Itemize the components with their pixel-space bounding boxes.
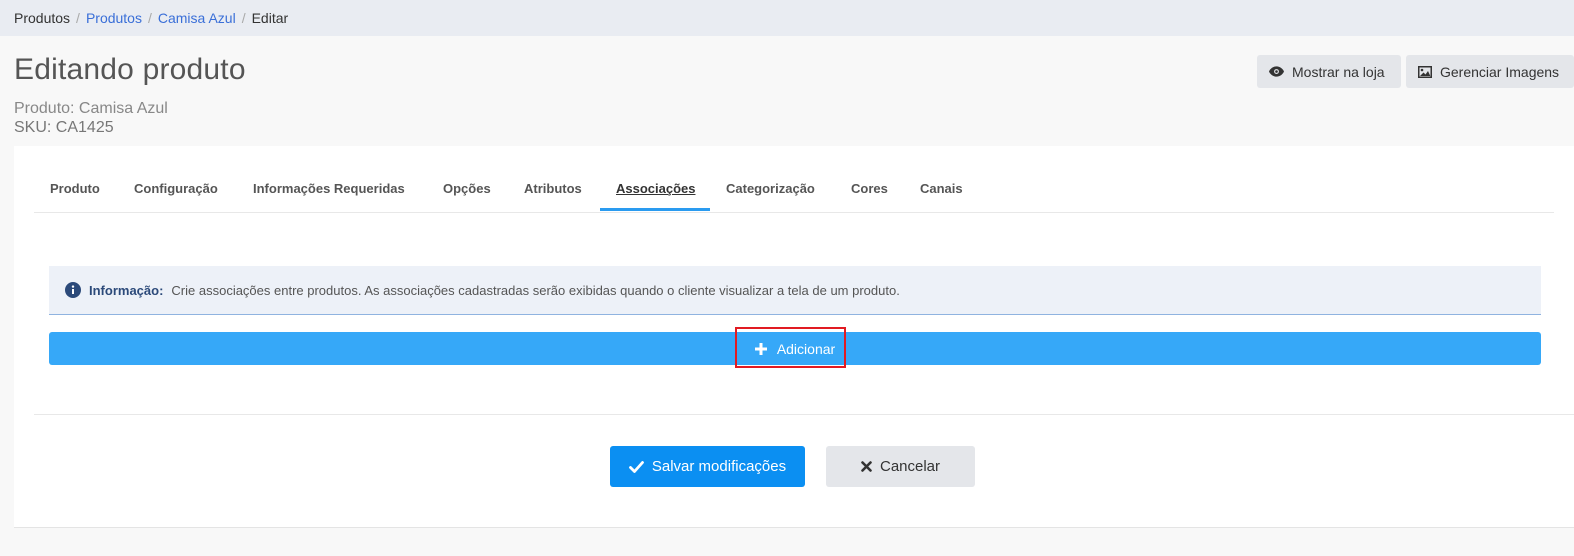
product-sku: SKU: CA1425 — [14, 119, 114, 136]
save-changes-button[interactable]: Salvar modificações — [610, 446, 805, 487]
info-alert: Informação: Crie associações entre produ… — [49, 266, 1541, 315]
breadcrumb-separator: / — [241, 10, 246, 26]
highlight-box — [735, 327, 846, 368]
breadcrumb-separator: / — [147, 10, 152, 26]
info-circle-icon — [65, 282, 81, 298]
tab-canais[interactable]: Canais — [920, 181, 963, 196]
breadcrumb-link-camisa-azul[interactable]: Camisa Azul — [158, 10, 236, 26]
breadcrumb-item-produtos-root: Produtos — [14, 10, 71, 26]
tab-cores[interactable]: Cores — [851, 181, 888, 196]
divider — [34, 414, 1574, 415]
tab-associacoes[interactable]: Associações — [616, 181, 696, 196]
manage-images-button[interactable]: Gerenciar Imagens — [1406, 55, 1574, 88]
manage-images-label: Gerenciar Imagens — [1440, 63, 1560, 80]
show-in-store-button[interactable]: Mostrar na loja — [1257, 55, 1401, 88]
cancel-button[interactable]: Cancelar — [826, 446, 975, 487]
breadcrumb-item-editar: Editar — [251, 10, 289, 26]
tab-atributos[interactable]: Atributos — [524, 181, 582, 196]
x-icon — [861, 461, 872, 472]
breadcrumb-separator: / — [76, 10, 80, 26]
cancel-label: Cancelar — [879, 458, 941, 475]
info-text: Crie associações entre produtos. As asso… — [171, 282, 900, 298]
tab-categorizacao[interactable]: Categorização — [726, 181, 815, 196]
eye-icon — [1269, 66, 1284, 77]
tab-produto[interactable]: Produto — [50, 181, 100, 196]
show-in-store-label: Mostrar na loja — [1292, 63, 1385, 80]
save-label: Salvar modificações — [651, 458, 787, 475]
check-icon — [628, 460, 644, 473]
tab-opcoes[interactable]: Opções — [443, 181, 491, 196]
breadcrumb-link-produtos[interactable]: Produtos — [86, 10, 142, 26]
info-label: Informação: — [89, 282, 164, 298]
breadcrumb: Produtos / Produtos / Camisa Azul / Edit… — [0, 0, 1574, 36]
product-name: Produto: Camisa Azul — [14, 100, 168, 117]
tab-informacoes-requeridas[interactable]: Informações Requeridas — [253, 181, 405, 196]
tab-configuracao[interactable]: Configuração — [134, 181, 218, 196]
product-edit-card: Produto Configuração Informações Requeri… — [14, 146, 1574, 528]
page-title: Editando produto — [14, 53, 246, 86]
active-tab-indicator — [600, 208, 710, 211]
tab-bar: Produto Configuração Informações Requeri… — [34, 146, 1554, 213]
image-icon — [1418, 65, 1432, 78]
